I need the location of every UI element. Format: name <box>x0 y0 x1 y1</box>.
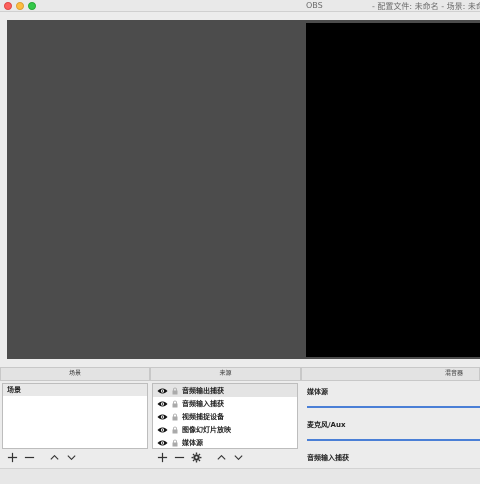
eye-icon[interactable] <box>157 413 168 421</box>
source-item[interactable]: 音频输入捕获 <box>153 397 297 410</box>
lock-icon[interactable] <box>171 439 179 447</box>
scenes-dock-title: 场景 <box>68 370 81 377</box>
lock-icon[interactable] <box>171 400 179 408</box>
source-label: 音频输入捕获 <box>182 399 224 408</box>
minus-icon <box>24 456 35 458</box>
minimize-window-button[interactable] <box>16 2 24 10</box>
scenes-toolbar <box>2 449 148 465</box>
sources-dock-header: 来源 <box>150 367 301 381</box>
move-scene-up-button[interactable] <box>48 451 61 464</box>
plus-icon <box>7 452 18 462</box>
source-label: 媒体源 <box>182 439 203 448</box>
add-scene-button[interactable] <box>6 451 19 464</box>
chevron-down-icon <box>67 454 76 460</box>
lock-icon[interactable] <box>171 387 179 395</box>
source-item[interactable]: 视频捕捉设备 <box>153 410 297 423</box>
chevron-up-icon <box>217 454 226 460</box>
gear-icon <box>191 452 202 462</box>
remove-scene-button[interactable] <box>23 451 36 464</box>
source-item[interactable]: 媒体源 <box>153 437 297 448</box>
volume-slider[interactable] <box>307 439 480 441</box>
sources-list[interactable]: 音频输出捕获 音频输入捕获 视频捕捉设备 图像幻灯片放映 媒体源 <box>152 383 298 449</box>
title-bar: OBS - 配置文件: 未命名 - 场景: 未命名 <box>0 0 480 12</box>
lock-icon[interactable] <box>171 413 179 421</box>
move-source-down-button[interactable] <box>232 451 245 464</box>
eye-icon[interactable] <box>157 400 168 408</box>
minus-icon <box>174 456 185 458</box>
sources-dock-title: 来源 <box>219 370 232 377</box>
scenes-list[interactable]: 场景 <box>2 383 148 449</box>
scene-item[interactable]: 场景 <box>3 384 147 396</box>
chevron-up-icon <box>50 454 59 460</box>
maximize-window-button[interactable] <box>28 2 36 10</box>
eye-icon[interactable] <box>157 387 168 395</box>
mixer-dock-header: 混音器 <box>301 367 480 381</box>
plus-icon <box>157 452 168 462</box>
scenes-dock-header: 场景 <box>0 367 150 381</box>
mixer-channel-label: 音频输入捕获 <box>307 454 349 462</box>
source-item[interactable]: 图像幻灯片放映 <box>153 424 297 437</box>
lock-icon[interactable] <box>171 426 179 434</box>
source-properties-button[interactable] <box>190 451 203 464</box>
chevron-down-icon <box>234 454 243 460</box>
source-item[interactable]: 音频输出捕获 <box>153 384 297 398</box>
source-label: 音频输出捕获 <box>182 386 224 395</box>
remove-source-button[interactable] <box>173 451 186 464</box>
mixer-channel-label: 麦克风/Aux <box>307 421 346 429</box>
audio-mixer: 媒体源 麦克风/Aux 音频输入捕获 <box>303 383 480 465</box>
close-window-button[interactable] <box>4 2 12 10</box>
window-subtitle: - 配置文件: 未命名 - 场景: 未命名 <box>372 2 480 11</box>
mixer-dock-title: 混音器 <box>444 370 463 377</box>
status-bar <box>0 468 480 484</box>
scene-item-label: 场景 <box>7 386 21 394</box>
source-label: 图像幻灯片放映 <box>182 426 231 435</box>
eye-icon[interactable] <box>157 439 168 447</box>
window-title: OBS <box>306 1 323 10</box>
eye-icon[interactable] <box>157 426 168 434</box>
move-source-up-button[interactable] <box>215 451 228 464</box>
preview-canvas[interactable] <box>306 23 480 357</box>
move-scene-down-button[interactable] <box>65 451 78 464</box>
sources-toolbar <box>152 449 298 465</box>
source-label: 视频捕捉设备 <box>182 412 224 421</box>
volume-slider[interactable] <box>307 406 480 408</box>
mixer-channel-label: 媒体源 <box>307 388 328 396</box>
add-source-button[interactable] <box>156 451 169 464</box>
